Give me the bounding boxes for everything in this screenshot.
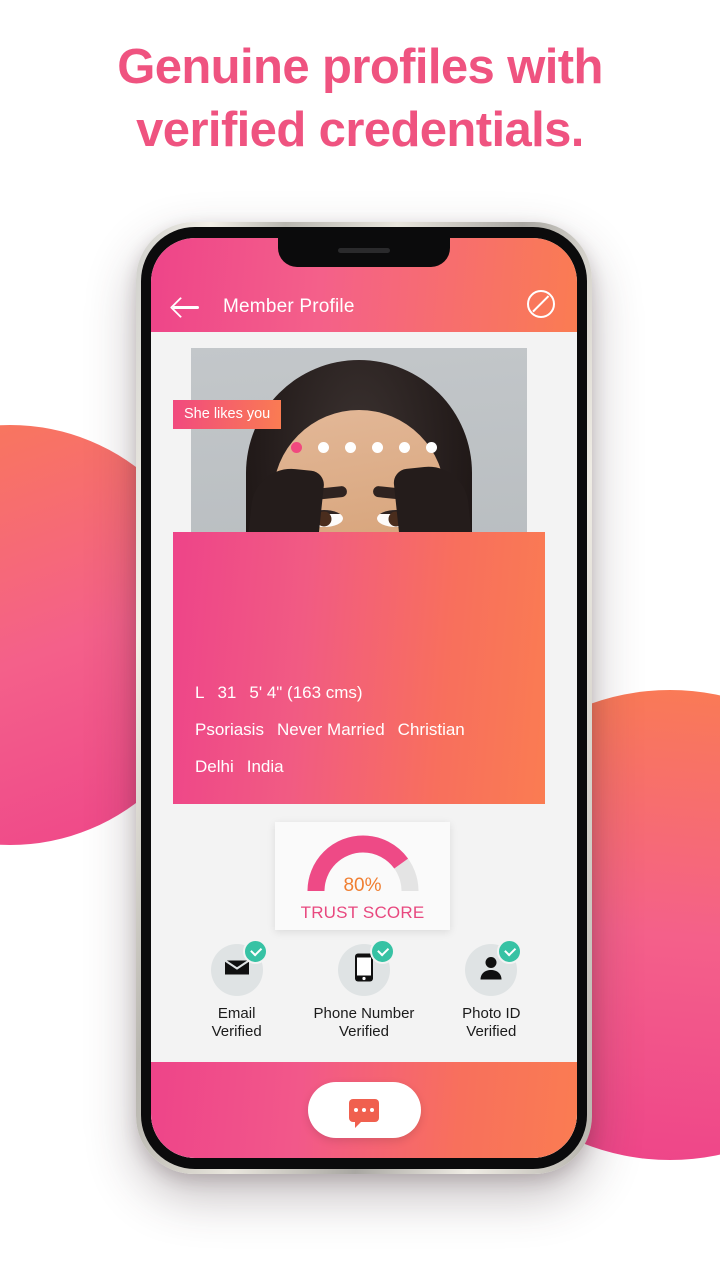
verification-label-line1: Photo ID: [462, 1005, 521, 1022]
check-icon: [497, 939, 523, 964]
headline-line-2: verified credentials.: [136, 102, 584, 157]
chat-bubble-icon: [349, 1098, 379, 1128]
trust-score-label: TRUST SCORE: [300, 903, 425, 922]
verification-label: Photo ID Verified: [432, 1005, 550, 1042]
profile-details: L 31 5' 4" (163 cms) Psoriasis Never Marrie…: [195, 684, 527, 795]
verification-label: Phone Number Verified: [305, 1005, 423, 1042]
profile-country: India: [246, 757, 284, 776]
profile-age: 31: [217, 683, 237, 702]
photo-dot-1[interactable]: [291, 442, 302, 453]
detail-line-location: Delhi India: [195, 758, 527, 775]
profile-info-card: L 31 5' 4" (163 cms) Psoriasis Never Marrie…: [173, 532, 545, 804]
photo-pagination-dots[interactable]: [151, 442, 577, 453]
profile-condition: Psoriasis: [195, 720, 264, 739]
profile-religion: Christian: [397, 720, 465, 739]
trust-score-value: 80%: [343, 875, 382, 896]
check-icon: [242, 939, 268, 964]
page-title: Genuine profiles with verified credentia…: [0, 36, 720, 161]
notch-speaker: [338, 248, 390, 253]
mobile-phone-icon: [354, 953, 373, 987]
check-icon: [369, 939, 395, 964]
header-title: Member Profile: [223, 296, 355, 317]
verification-icon-wrap: [210, 939, 268, 996]
photo-dot-5[interactable]: [399, 442, 410, 453]
verification-item-2[interactable]: Phone Number Verified: [305, 939, 423, 1042]
trust-score-gauge: 80%: [304, 833, 422, 896]
verification-label-line2: Verified: [338, 1023, 389, 1041]
profile-marital-status: Never Married: [276, 720, 385, 739]
verification-icon-wrap: [337, 939, 395, 996]
verification-label-line1: Email: [217, 1005, 256, 1022]
block-icon[interactable]: [527, 290, 555, 318]
verification-badges: Email Verified Phone Number Verified Photo I…: [151, 939, 577, 1042]
photo-dot-6[interactable]: [426, 442, 437, 453]
verification-icon-wrap: [465, 939, 523, 996]
photo-dot-2[interactable]: [318, 442, 329, 453]
profile-city: Delhi: [195, 757, 234, 776]
profile-id: L: [195, 683, 205, 702]
verification-item-1[interactable]: Email Verified: [178, 939, 296, 1042]
photo-dot-3[interactable]: [345, 442, 356, 453]
likes-you-badge: She likes you: [173, 400, 282, 429]
phone-screen: Member Profile L 31 5' 4" (163 cms) Psor…: [151, 238, 577, 1158]
verification-label-line2: Verified: [466, 1023, 517, 1041]
verification-label-line2: Verified: [211, 1023, 262, 1041]
bottom-action-bar: [151, 1062, 577, 1158]
back-arrow-icon[interactable]: [173, 296, 201, 318]
verification-item-3[interactable]: Photo ID Verified: [432, 939, 550, 1042]
phone-notch: [278, 238, 450, 267]
envelope-icon: [224, 958, 250, 983]
phone-body: Member Profile L 31 5' 4" (163 cms) Psor…: [141, 227, 587, 1169]
verification-label: Email Verified: [178, 1005, 296, 1042]
chat-button[interactable]: [307, 1082, 421, 1138]
headline-line-1: Genuine profiles with: [117, 40, 603, 94]
phone-mockup: Member Profile L 31 5' 4" (163 cms) Psor…: [136, 222, 592, 1174]
verification-label-line1: Phone Number: [313, 1005, 415, 1022]
detail-line-attributes: Psoriasis Never Married Christian: [195, 721, 527, 738]
trust-score-card: 80% TRUST SCORE: [275, 822, 450, 930]
detail-line-basics: L 31 5' 4" (163 cms): [195, 684, 527, 701]
photo-dot-4[interactable]: [372, 442, 383, 453]
profile-height: 5' 4" (163 cms): [249, 683, 363, 702]
profile-content: L 31 5' 4" (163 cms) Psoriasis Never Marrie…: [151, 332, 577, 1158]
